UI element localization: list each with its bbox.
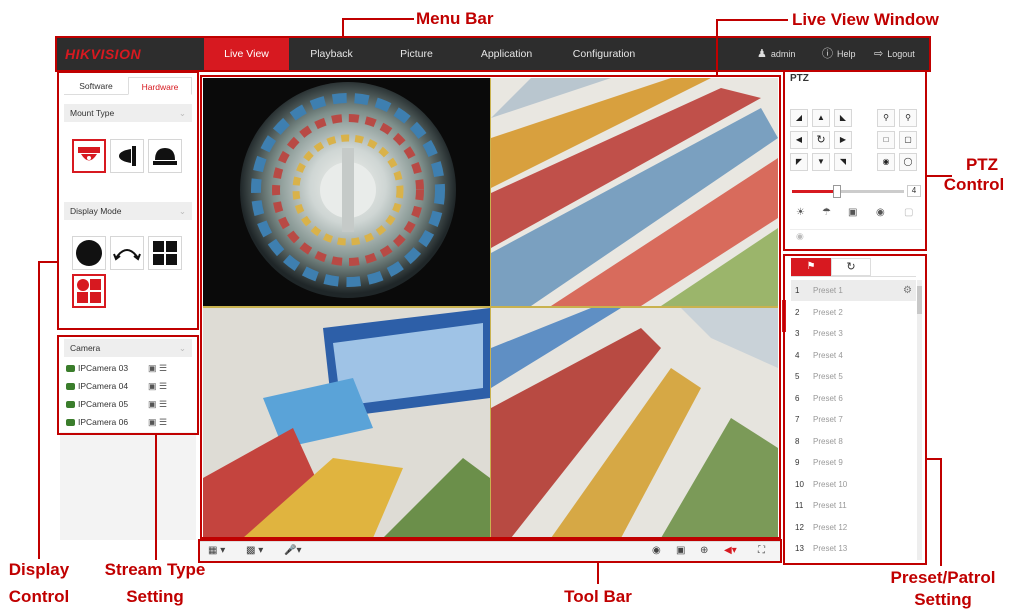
annotation-preset-line1: Preset/Patrol bbox=[890, 568, 996, 587]
leader-line bbox=[38, 261, 58, 263]
annotation-ptz-line1: PTZ bbox=[965, 155, 999, 174]
live-view-highlight bbox=[200, 75, 781, 539]
tool-bar-highlight bbox=[198, 539, 782, 563]
leader-line bbox=[716, 19, 788, 21]
menu-bar-highlight bbox=[55, 36, 931, 72]
leader-line bbox=[342, 18, 344, 38]
display-control-highlight bbox=[57, 71, 199, 330]
annotation-preset-line2: Setting bbox=[914, 590, 972, 609]
preset-highlight bbox=[783, 254, 927, 565]
annotation-live-view: Live View Window bbox=[792, 10, 939, 29]
annotation-tool-bar: Tool Bar bbox=[564, 587, 632, 606]
leader-line bbox=[597, 562, 599, 584]
leader-line bbox=[940, 458, 942, 566]
annotation-stream-line2: Setting bbox=[126, 587, 184, 606]
leader-line bbox=[342, 18, 414, 20]
annotation-ptz-line2: Control bbox=[943, 175, 1005, 194]
leader-line bbox=[155, 434, 157, 560]
annotation-display-line2: Control bbox=[8, 587, 70, 606]
stream-type-highlight bbox=[57, 335, 199, 435]
annotation-display-line1: Display bbox=[8, 560, 70, 579]
left-panel-filler bbox=[60, 432, 196, 540]
annotation-stream-line1: Stream Type bbox=[104, 560, 206, 579]
annotation-menu-bar: Menu Bar bbox=[416, 9, 494, 28]
ptz-highlight bbox=[783, 70, 927, 251]
leader-line bbox=[716, 19, 718, 77]
leader-line bbox=[38, 261, 40, 559]
leader-line bbox=[927, 458, 941, 460]
